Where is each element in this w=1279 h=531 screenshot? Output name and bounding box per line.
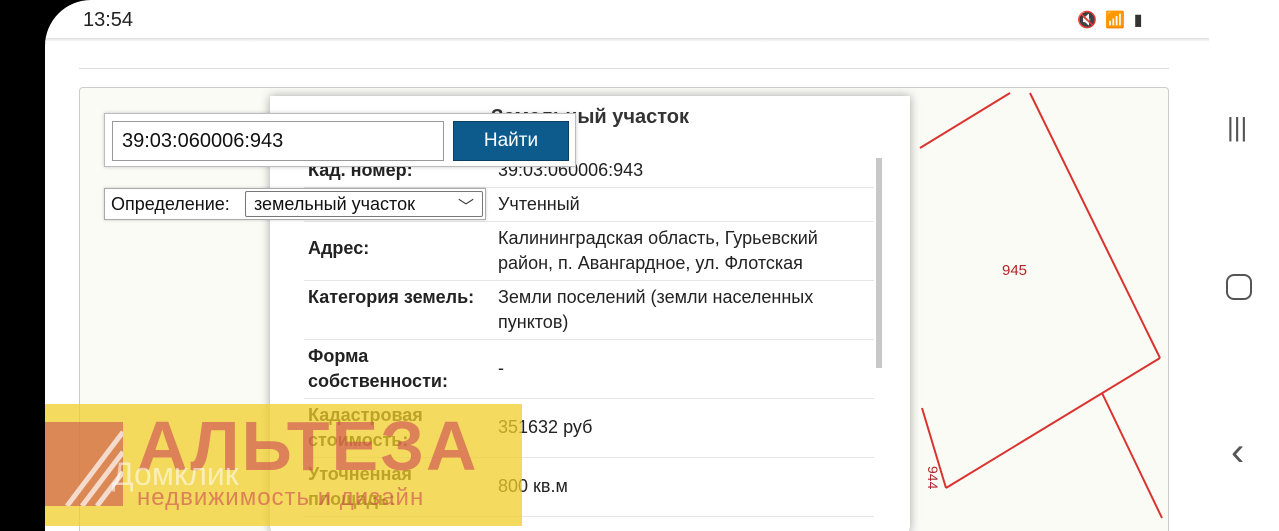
definition-selected-value: земельный участок — [254, 194, 415, 214]
table-row: Адрес: Калининградская область, Гурьевск… — [304, 221, 874, 281]
row-key: Адрес: — [304, 221, 496, 281]
parcel-label-944: 944 — [925, 466, 941, 490]
status-clock: 13:54 — [83, 9, 134, 31]
parcel-label-945: 945 — [1002, 262, 1027, 279]
definition-select[interactable]: земельный участок ﹀ — [245, 191, 483, 217]
find-button[interactable]: Найти — [453, 121, 569, 161]
watermark-tagline: недвижимость и дизайн — [137, 484, 425, 511]
parcel-line — [1029, 92, 1161, 359]
page-divider — [79, 68, 1169, 69]
home-icon[interactable] — [1226, 274, 1252, 300]
definition-label: Определение: — [111, 194, 230, 214]
chevron-down-icon: ﹀ — [457, 199, 474, 216]
toolbar-shadow — [45, 38, 1209, 42]
popup-scrollbar[interactable] — [876, 158, 882, 368]
recent-apps-icon[interactable]: ||| — [1227, 112, 1247, 143]
parcel-line — [945, 357, 1161, 489]
status-icons: 🔇 📶 ▮ — [1077, 12, 1145, 29]
definition-filter: Определение: земельный участок ﹀ — [104, 188, 486, 220]
row-value: 800 кв.м — [496, 457, 874, 517]
cadastral-search: Найти — [104, 113, 576, 167]
parcel-line — [1101, 392, 1163, 519]
cadastral-number-input[interactable] — [112, 121, 444, 161]
row-value: - — [496, 339, 874, 399]
table-row: Форма собственности: - — [304, 339, 874, 399]
phone-screen: 13:54 🔇 📶 ▮ 945 944 Земельный участок Ка… — [45, 0, 1209, 531]
row-value: Учтенный — [496, 187, 874, 222]
row-value: Земли поселений (земли населенных пункто… — [496, 280, 874, 340]
table-row: Категория земель: Земли поселений (земли… — [304, 280, 874, 340]
row-key: Категория земель: — [304, 280, 496, 340]
system-nav-bar: ||| ‹ — [1209, 0, 1279, 531]
row-key: Форма собственности: — [304, 339, 496, 399]
row-value: 351632 руб — [496, 398, 874, 458]
watermark-overlay: АЛЬТЕЗА Домклик недвижимость и дизайн — [45, 404, 522, 526]
parcel-line — [919, 92, 1011, 149]
status-bar: 13:54 🔇 📶 ▮ — [45, 0, 1209, 40]
row-value: Калининградская область, Гурьевский райо… — [496, 221, 874, 281]
back-icon[interactable]: ‹ — [1231, 430, 1244, 475]
